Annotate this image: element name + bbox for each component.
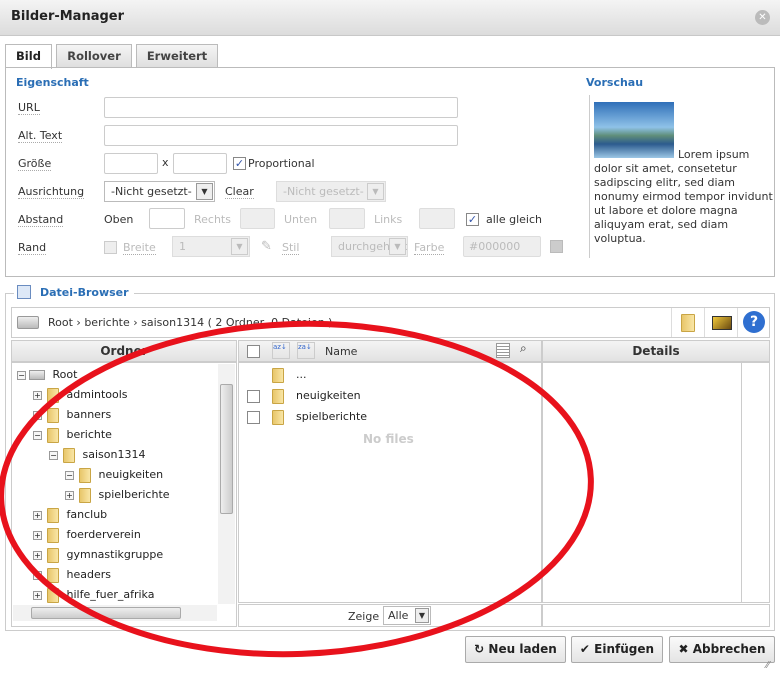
annotation-ellipse: [0, 320, 594, 658]
red-annotation-ellipse: [0, 320, 594, 658]
